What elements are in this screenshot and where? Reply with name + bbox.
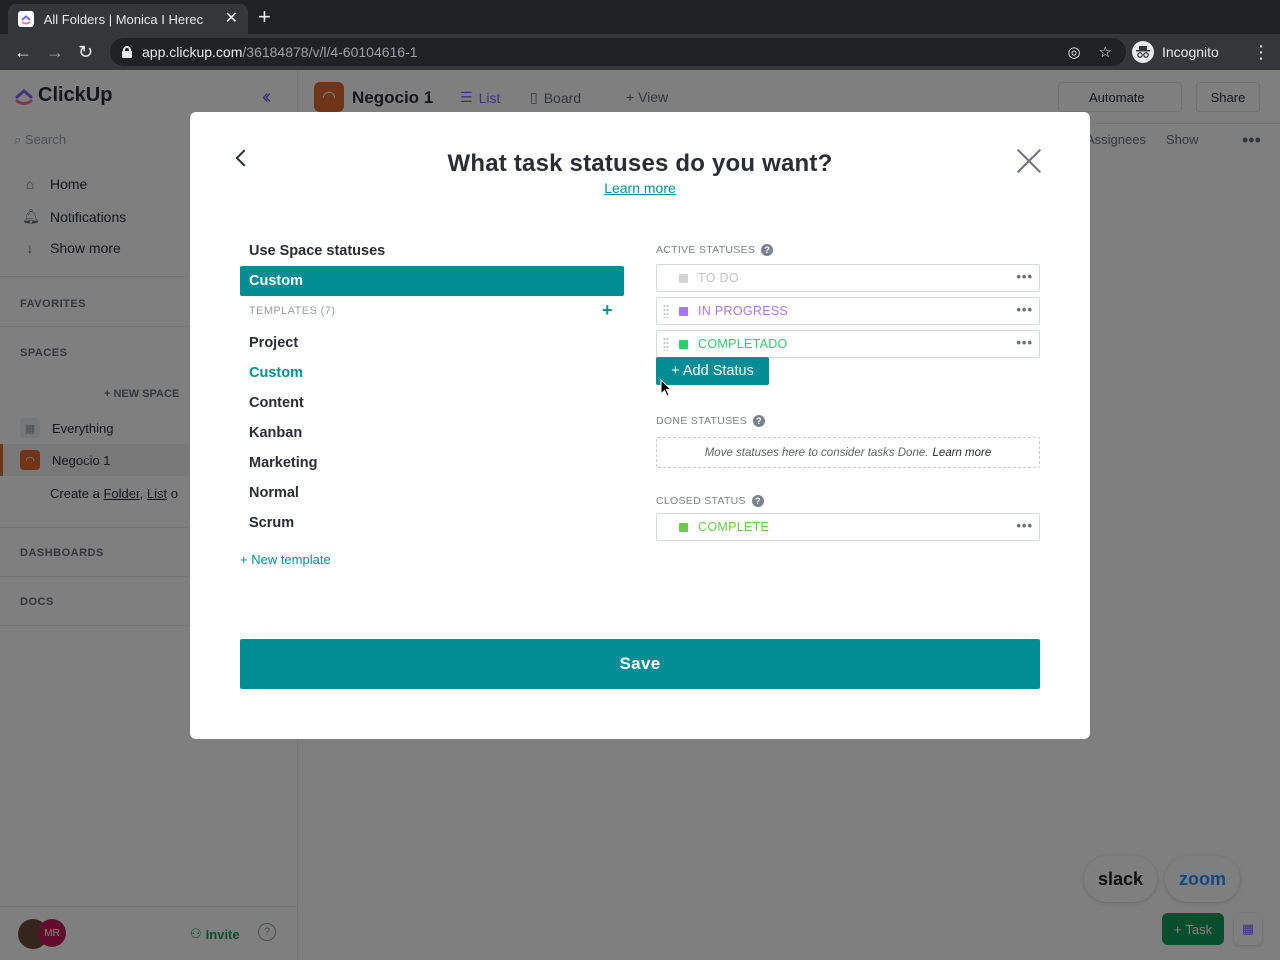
status-color-swatch[interactable] (679, 522, 688, 532)
template-scrum[interactable]: Scrum (240, 508, 624, 538)
closed-status-label: CLOSED STATUS ? (656, 495, 764, 507)
option-custom-selected[interactable]: Custom (240, 266, 624, 296)
add-status-button[interactable]: + Add Status (656, 357, 769, 385)
incognito-label: Incognito (1162, 44, 1219, 60)
done-hint: Move statuses here to consider tasks Don… (704, 446, 929, 459)
eye-off-icon[interactable]: ◎ (1067, 43, 1080, 61)
done-learn-more-link[interactable]: Learn more (932, 447, 991, 459)
help-icon[interactable]: ? (753, 415, 766, 427)
browser-toolbar: ← → ↻ app.clickup.com/36184878/v/l/4-601… (0, 34, 1280, 70)
learn-more-link[interactable]: Learn more (604, 180, 676, 196)
status-row-todo[interactable]: TO DO ••• (656, 264, 1040, 292)
template-marketing[interactable]: Marketing (240, 448, 624, 478)
add-template-icon[interactable]: + (602, 300, 613, 321)
learn-more-link-wrap: Learn more (190, 180, 1090, 196)
done-statuses-label: DONE STATUSES ? (656, 415, 766, 427)
clickup-favicon-icon (18, 11, 34, 27)
section-label-text: ACTIVE STATUSES (656, 244, 756, 256)
more-options-icon[interactable]: ••• (1016, 519, 1033, 532)
status-name[interactable]: IN PROGRESS (698, 304, 788, 318)
drag-handle-icon[interactable] (663, 337, 669, 351)
forward-arrow-icon[interactable]: → (46, 41, 64, 63)
browser-menu-icon[interactable]: ⋮ (1252, 42, 1270, 62)
section-label-text: DONE STATUSES (656, 415, 748, 427)
tab-close-icon[interactable]: ✕ (225, 11, 238, 27)
help-icon[interactable]: ? (751, 495, 764, 507)
reload-icon[interactable]: ↻ (78, 41, 93, 63)
new-tab-icon[interactable]: + (258, 6, 271, 28)
back-arrow-icon[interactable]: ← (14, 41, 32, 63)
drag-handle-icon[interactable] (663, 304, 669, 318)
template-kanban[interactable]: Kanban (240, 418, 624, 448)
more-options-icon[interactable]: ••• (1016, 270, 1033, 283)
lock-icon (122, 46, 132, 58)
status-name[interactable]: TO DO (698, 271, 739, 285)
new-template-link[interactable]: + New template (240, 552, 331, 567)
task-statuses-modal: What task statuses do you want? Learn mo… (190, 112, 1090, 739)
incognito-icon (1132, 41, 1154, 63)
option-use-space-statuses[interactable]: Use Space statuses (240, 236, 624, 266)
template-custom[interactable]: Custom (240, 358, 624, 388)
star-icon[interactable]: ☆ (1099, 43, 1112, 61)
active-statuses-label: ACTIVE STATUSES ? (656, 244, 774, 256)
status-color-swatch[interactable] (679, 273, 688, 283)
save-button[interactable]: Save (240, 639, 1040, 689)
template-content[interactable]: Content (240, 388, 624, 418)
templates-header: TEMPLATES (7) (249, 305, 336, 317)
status-color-swatch[interactable] (679, 339, 688, 349)
done-statuses-dropzone[interactable]: Move statuses here to consider tasks Don… (656, 437, 1040, 468)
url-path: /36184878/v/l/4-60104616-1 (242, 44, 418, 60)
more-options-icon[interactable]: ••• (1016, 303, 1033, 316)
status-name[interactable]: COMPLETADO (698, 337, 788, 351)
status-name[interactable]: COMPLETE (698, 520, 769, 534)
template-normal[interactable]: Normal (240, 478, 624, 508)
status-row-complete[interactable]: COMPLETE ••• (656, 513, 1040, 541)
status-row-completado[interactable]: COMPLETADO ••• (656, 330, 1040, 358)
template-project[interactable]: Project (240, 328, 624, 358)
incognito-profile[interactable]: Incognito (1132, 41, 1219, 63)
browser-tabbar: All Folders | Monica I Herec ✕ + (0, 0, 1280, 34)
more-options-icon[interactable]: ••• (1016, 336, 1033, 349)
tab-title: All Folders | Monica I Herec (43, 11, 204, 27)
browser-tab[interactable]: All Folders | Monica I Herec ✕ (8, 4, 248, 34)
status-row-in-progress[interactable]: IN PROGRESS ••• (656, 297, 1040, 325)
url-host: app.clickup.com (142, 44, 243, 60)
status-color-swatch[interactable] (679, 306, 688, 316)
modal-title: What task statuses do you want? (447, 150, 833, 177)
clickup-app: ClickUp ‹‹ ⌕ Search ⌂ Home 🔔︎ Notificati… (0, 70, 1280, 960)
section-label-text: CLOSED STATUS (656, 495, 746, 507)
address-bar[interactable]: app.clickup.com/36184878/v/l/4-60104616-… (110, 38, 1126, 66)
help-icon[interactable]: ? (761, 244, 774, 256)
